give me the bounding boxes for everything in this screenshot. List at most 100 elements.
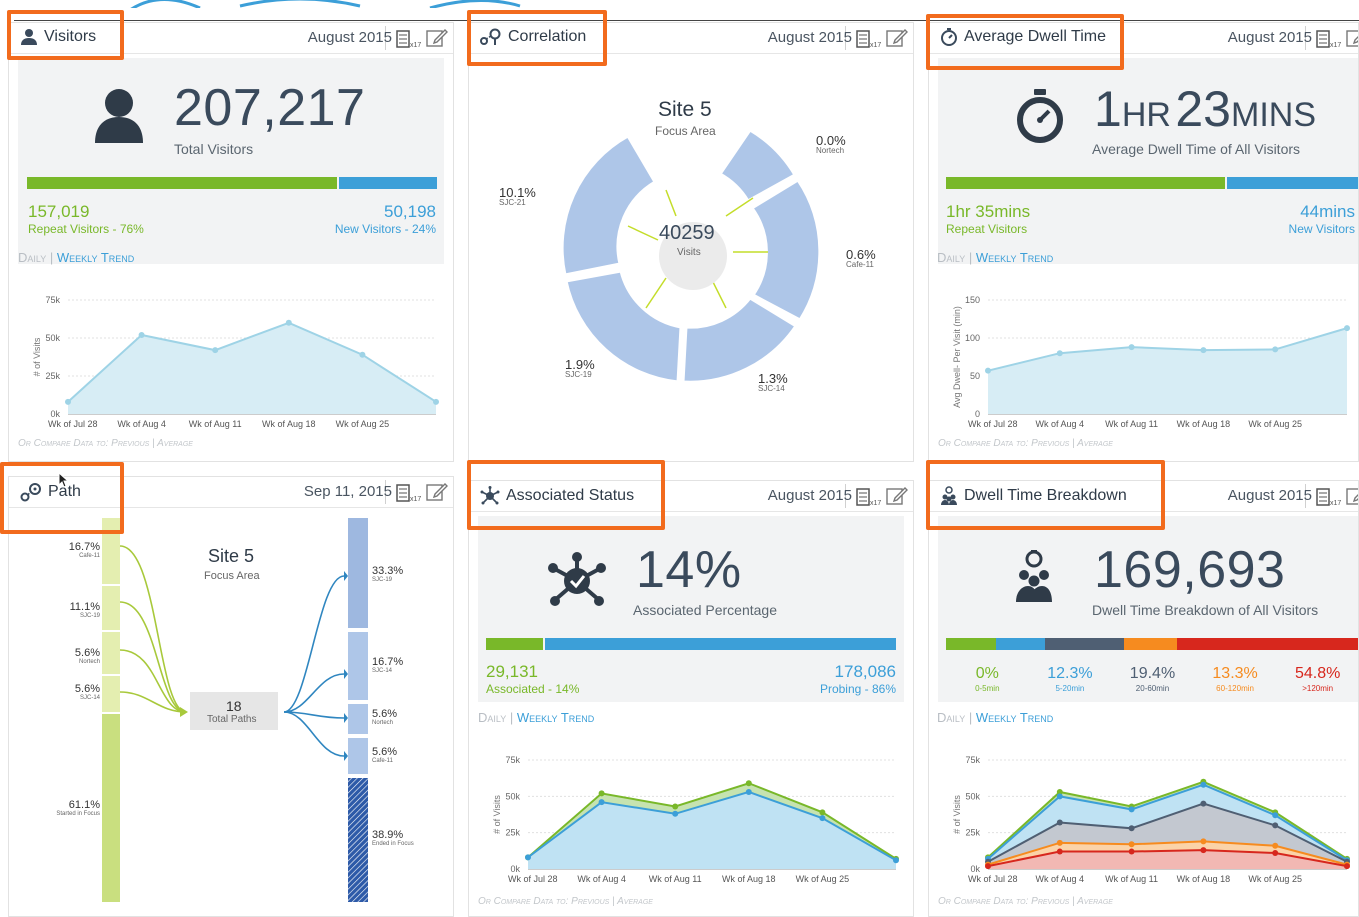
y-axis-label: # of Visits [492,795,502,834]
correlation-header: Correlation August 2015 x17 [468,22,914,54]
tab-daily[interactable]: Daily [478,710,506,725]
slice-label-sjc-19: 1.9% SJC-19 [565,357,595,379]
edit-icon[interactable] [886,28,908,48]
y-tick-label: 150 [965,295,980,305]
path-site-title: Site 5 [208,546,255,566]
associated-compare-link[interactable]: Or Compare Data to: Previous | Average [478,896,653,907]
associated-sub-label: Associated Percentage [633,602,777,618]
associated-share-bar [486,638,544,650]
path-date[interactable]: Sep 11, 2015 [304,483,392,500]
calendar-icon[interactable]: x17 [856,488,882,506]
calendar-icon[interactable]: x17 [1316,30,1342,48]
x-tick-label: Wk of Aug 11 [189,419,242,429]
visitors-compare-link[interactable]: Or Compare Data to: Previous | Average [18,438,193,449]
dwell-title[interactable]: Average Dwell Time [940,28,1106,46]
correlation-title-label: Correlation [508,28,587,45]
total-paths-label: Total Paths [207,714,257,725]
x-tick-label: Wk of Aug 11 [1105,419,1158,429]
edit-icon[interactable] [426,28,448,48]
slice-label-sjc-14: 1.3% SJC-14 [758,371,788,393]
data-point [1056,839,1063,846]
calendar-icon[interactable]: x17 [1316,488,1342,506]
tab-weekly-trend[interactable]: Weekly Trend [976,710,1053,725]
calendar-icon[interactable]: x17 [396,484,422,502]
calendar-icon[interactable]: x17 [396,30,422,48]
breakdown-segment [995,638,1046,650]
repeat-share-bar [946,177,1225,189]
breakdown-pct: 19.4% [1129,665,1176,682]
right-label-2: 5.6% Nortech [372,708,398,727]
data-point [1272,346,1279,353]
tab-daily[interactable]: Daily [18,250,46,265]
breakdown-range: 5-20min [1055,684,1085,693]
left-sources[interactable] [102,518,120,902]
data-point [985,863,991,870]
breakdown-range: >120min [1302,684,1334,693]
associated-trend-chart: 0k 25k 50k 75k # of Visits Wk of Jul 28 Wk of … [492,755,899,884]
data-point [1128,841,1135,848]
edit-icon[interactable] [886,486,908,506]
y-tick-label: 75k [45,295,60,305]
path-title[interactable]: Path [20,482,81,502]
edit-icon[interactable] [1346,28,1359,48]
tab-daily[interactable]: Daily [937,710,965,725]
associated-title[interactable]: Associated Status [480,486,634,506]
visitors-title[interactable]: Visitors [20,28,96,46]
svg-text:x17: x17 [870,500,881,506]
svg-text:x17: x17 [870,42,881,48]
breakdown-label: 19.4% 20-60min [1111,666,1194,693]
breakdown-title[interactable]: Dwell Time Breakdown [940,486,1127,506]
svg-text:x17: x17 [410,42,421,48]
data-point [285,319,292,326]
path-panel: Path Sep 11, 2015 x17 Site 5 Focus Area … [8,476,454,917]
dwell-new-label: New Visitors [1288,222,1355,236]
associated-date[interactable]: August 2015 [768,487,852,504]
edit-icon[interactable] [1346,486,1359,506]
data-point [1272,822,1279,829]
right-destinations[interactable] [348,518,368,902]
data-point [1056,793,1063,800]
header-divider [14,20,1359,21]
breakdown-segment [1045,638,1124,650]
calendar-icon[interactable]: x17 [856,30,882,48]
tab-weekly-trend[interactable]: Weekly Trend [57,250,134,265]
visitors-date[interactable]: August 2015 [308,29,392,46]
dwell-date[interactable]: August 2015 [1228,29,1312,46]
correlation-date[interactable]: August 2015 [768,29,852,46]
breakdown-compare-link[interactable]: Or Compare Data to: Previous | Average [938,896,1113,907]
path-site-sub: Focus Area [204,570,260,582]
breakdown-label: 54.8% >120min [1276,666,1359,693]
tab-weekly-trend[interactable]: Weekly Trend [517,710,594,725]
data-point [672,803,679,810]
probing-label: Probing - 86% [819,682,896,696]
x-tick-label: Wk of Aug 11 [1105,874,1158,884]
new-visitors-label: New Visitors - 24% [334,222,436,236]
series-area [988,328,1347,414]
left-label-4: 61.1% Started in Focus [56,799,100,818]
right-label-3: 5.6% Cafe-11 [372,746,398,765]
x-tick-label: Wk of Jul 28 [48,419,98,429]
breakdown-label: 13.3% 60-120min [1194,666,1277,693]
tab-weekly-trend[interactable]: Weekly Trend [976,250,1053,265]
visitors-total: 207,217 [174,79,366,137]
breakdown-trend-tabs: Daily | Weekly Trend [937,710,1054,725]
visitors-panel: Visitors August 2015 x17 207,217 Total V… [8,22,454,462]
tab-daily[interactable]: Daily [937,250,965,265]
y-tick-label: 25k [45,371,60,381]
edit-icon[interactable] [426,482,448,502]
correlation-title[interactable]: Correlation [480,28,586,46]
dwell-compare-link[interactable]: Or Compare Data to: Previous | Average [938,438,1113,449]
breakdown-segment [1123,638,1178,650]
associated-value: 29,131 [486,662,538,681]
associated-split-bar [486,638,896,650]
group-timer-icon [941,486,957,505]
breakdown-range: 20-60min [1135,684,1170,693]
slice-cafe-11[interactable] [749,177,822,322]
breakdown-date[interactable]: August 2015 [1228,487,1312,504]
x-tick-label: Wk of Aug 18 [1177,874,1231,884]
data-point [1200,847,1207,854]
mouse-pointer-icon [58,472,70,488]
breakdown-range: 0-5min [975,684,1000,693]
dwell-trend-chart: 0 50 100 150Avg Dwell- Per Visit (min) Wk of… [952,295,1350,429]
data-point [212,347,219,354]
